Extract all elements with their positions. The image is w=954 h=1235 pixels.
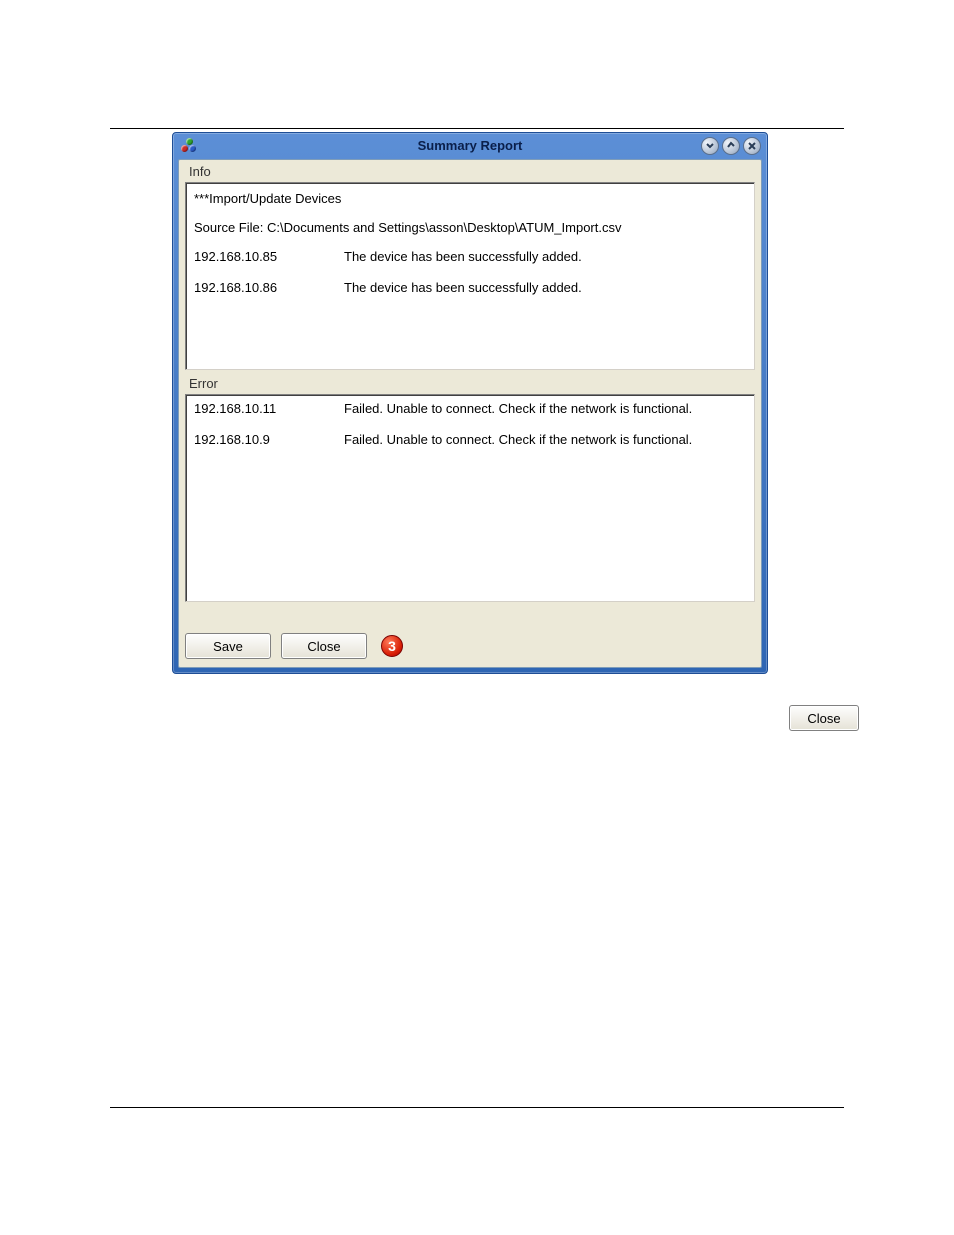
info-source-file: Source File: C:\Documents and Settings\a… — [194, 220, 746, 235]
info-message: The device has been successfully added. — [344, 280, 746, 295]
step-callout-3: 3 — [381, 635, 403, 657]
page-divider-top — [110, 128, 844, 129]
error-panel: 192.168.10.11 Failed. Unable to connect.… — [185, 394, 755, 602]
page-divider-bottom — [110, 1107, 844, 1108]
info-row: 192.168.10.85 The device has been succes… — [194, 249, 746, 264]
title-bar[interactable]: Summary Report — [173, 133, 767, 159]
error-row: 192.168.10.9 Failed. Unable to connect. … — [194, 432, 746, 447]
close-button-floating[interactable]: Close — [789, 705, 859, 731]
save-button[interactable]: Save — [185, 633, 271, 659]
app-icon — [181, 138, 197, 154]
info-message: The device has been successfully added. — [344, 249, 746, 264]
window-title: Summary Report — [173, 138, 767, 153]
info-section-label: Info — [179, 160, 761, 182]
error-message: Failed. Unable to connect. Check if the … — [344, 401, 746, 416]
error-message: Failed. Unable to connect. Check if the … — [344, 432, 746, 447]
minimize-icon[interactable] — [701, 137, 719, 155]
maximize-icon[interactable] — [722, 137, 740, 155]
error-row: 192.168.10.11 Failed. Unable to connect.… — [194, 401, 746, 416]
floating-close-wrapper: Close — [789, 705, 859, 731]
error-ip: 192.168.10.11 — [194, 401, 344, 416]
error-section-label: Error — [179, 370, 761, 394]
close-button[interactable]: Close — [281, 633, 367, 659]
dialog-button-row: Save Close 3 — [185, 633, 403, 659]
error-ip: 192.168.10.9 — [194, 432, 344, 447]
info-header-text: ***Import/Update Devices — [194, 191, 746, 206]
window-controls — [701, 137, 761, 155]
info-row: 192.168.10.86 The device has been succes… — [194, 280, 746, 295]
close-icon[interactable] — [743, 137, 761, 155]
dialog-body: Info ***Import/Update Devices Source Fil… — [178, 159, 762, 668]
summary-report-dialog: Summary Report Info ***Import/Update Dev… — [172, 132, 768, 674]
info-ip: 192.168.10.86 — [194, 280, 344, 295]
info-panel: ***Import/Update Devices Source File: C:… — [185, 182, 755, 370]
info-ip: 192.168.10.85 — [194, 249, 344, 264]
